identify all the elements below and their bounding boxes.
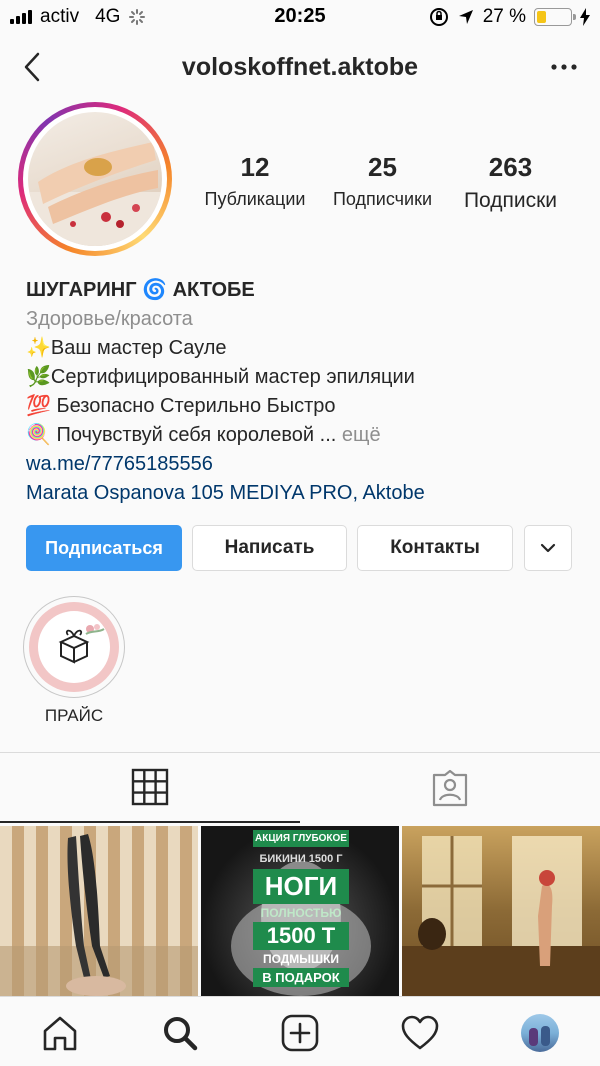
nav-profile[interactable] bbox=[518, 1011, 562, 1055]
nav-new-post[interactable] bbox=[278, 1011, 322, 1055]
promo-overlay: АКЦИЯ ГЛУБОКОЕ БИКИНИ 1500 Г НОГИ ПОЛНОС… bbox=[253, 826, 349, 987]
tab-tagged[interactable] bbox=[300, 753, 600, 823]
nav-home[interactable] bbox=[38, 1011, 82, 1055]
status-bar: activ 4G 20:25 27 % bbox=[0, 0, 600, 34]
nav-search[interactable] bbox=[158, 1011, 202, 1055]
more-dots-icon bbox=[551, 64, 577, 70]
contacts-button[interactable]: Контакты bbox=[357, 525, 513, 571]
post-thumbnail[interactable]: АКЦИЯ ГЛУБОКОЕ БИКИНИ 1500 Г НОГИ ПОЛНОС… bbox=[201, 826, 399, 996]
message-button[interactable]: Написать bbox=[192, 525, 347, 571]
follow-button[interactable]: Подписаться bbox=[26, 525, 182, 571]
followers-count: 25 bbox=[368, 152, 397, 182]
promo-line: ПОЛНОСТЬЮ bbox=[260, 906, 342, 920]
address-link[interactable]: Marata Ospanova 105 MEDIYA PRO, Aktobe bbox=[26, 479, 586, 508]
promo-line: 1500 Т bbox=[253, 922, 349, 950]
followers-label: Подписчики bbox=[332, 189, 433, 209]
orientation-lock-icon bbox=[429, 8, 448, 26]
add-post-icon bbox=[281, 1014, 319, 1052]
battery-percent: 27 % bbox=[482, 6, 526, 27]
bio-line-truncated: 🍭 Почувствуй себя королевой ... ещё bbox=[26, 421, 586, 450]
home-icon bbox=[43, 1016, 77, 1051]
promo-line: НОГИ bbox=[253, 869, 349, 904]
posts-label: Публикации bbox=[204, 189, 306, 209]
bio-line: 🍭 Почувствуй себя королевой ... bbox=[26, 424, 337, 446]
posts-count: 12 bbox=[240, 152, 270, 182]
battery-icon bbox=[534, 8, 576, 26]
promo-line: АКЦИЯ ГЛУБОКОЕ bbox=[253, 830, 349, 847]
chevron-down-icon bbox=[540, 543, 556, 553]
tab-grid[interactable] bbox=[0, 753, 300, 823]
location-icon bbox=[458, 10, 473, 24]
bottom-navigation bbox=[0, 996, 600, 1066]
bio-more-link[interactable]: ещё bbox=[342, 424, 381, 446]
highlight-label: ПРАЙС bbox=[44, 706, 104, 725]
stat-posts[interactable]: 12 Публикации bbox=[190, 152, 320, 210]
posts-grid: АКЦИЯ ГЛУБОКОЕ БИКИНИ 1500 Г НОГИ ПОЛНОС… bbox=[0, 826, 600, 996]
promo-line: В ПОДАРОК bbox=[253, 968, 349, 987]
avatar-image bbox=[28, 112, 162, 246]
promo-line: ПОДМЫШКИ bbox=[262, 952, 340, 966]
heart-icon bbox=[401, 1015, 439, 1050]
nav-activity[interactable] bbox=[398, 1011, 442, 1055]
profile-header: voloskoffnet.aktobe bbox=[0, 40, 600, 96]
profile-username: voloskoffnet.aktobe bbox=[181, 53, 419, 81]
profile-actions: Подписаться Написать Контакты bbox=[26, 525, 576, 571]
story-highlight[interactable]: ПРАЙС bbox=[22, 596, 126, 726]
profile-avatar-small bbox=[521, 1014, 559, 1052]
tagged-person-icon bbox=[432, 769, 468, 807]
bio-line: 💯 Безопасно Стерильно Быстро bbox=[26, 395, 336, 417]
search-icon bbox=[164, 1017, 198, 1051]
stat-following[interactable]: 263 Подписки bbox=[448, 152, 573, 213]
grid-icon bbox=[131, 768, 169, 806]
suggestions-dropdown-button[interactable] bbox=[524, 525, 572, 571]
post-thumbnail[interactable] bbox=[0, 826, 198, 996]
stat-followers[interactable]: 25 Подписчики bbox=[320, 152, 445, 210]
following-count: 263 bbox=[488, 152, 533, 182]
more-options-button[interactable] bbox=[544, 54, 584, 80]
charging-icon bbox=[580, 8, 590, 26]
gift-box-icon bbox=[38, 611, 110, 683]
bio-line: 🌿Сертифицированный мастер эпиляции bbox=[26, 366, 415, 388]
profile-bio: ШУГАРИНГ 🌀 АКТОБЕ Здоровье/красота ✨Ваш … bbox=[26, 276, 586, 508]
following-label: Подписки bbox=[463, 189, 558, 212]
promo-line: БИКИНИ 1500 Г bbox=[259, 853, 343, 865]
bio-line: ✨Ваш мастер Сауле bbox=[26, 337, 227, 359]
post-thumbnail[interactable] bbox=[402, 826, 600, 996]
profile-stats: 12 Публикации 25 Подписчики 263 Подписки bbox=[190, 150, 580, 220]
profile-category: Здоровье/красота bbox=[26, 308, 193, 330]
website-link[interactable]: wa.me/77765185556 bbox=[26, 450, 586, 479]
profile-avatar[interactable] bbox=[18, 102, 172, 256]
profile-display-name: ШУГАРИНГ 🌀 АКТОБЕ bbox=[26, 279, 255, 301]
